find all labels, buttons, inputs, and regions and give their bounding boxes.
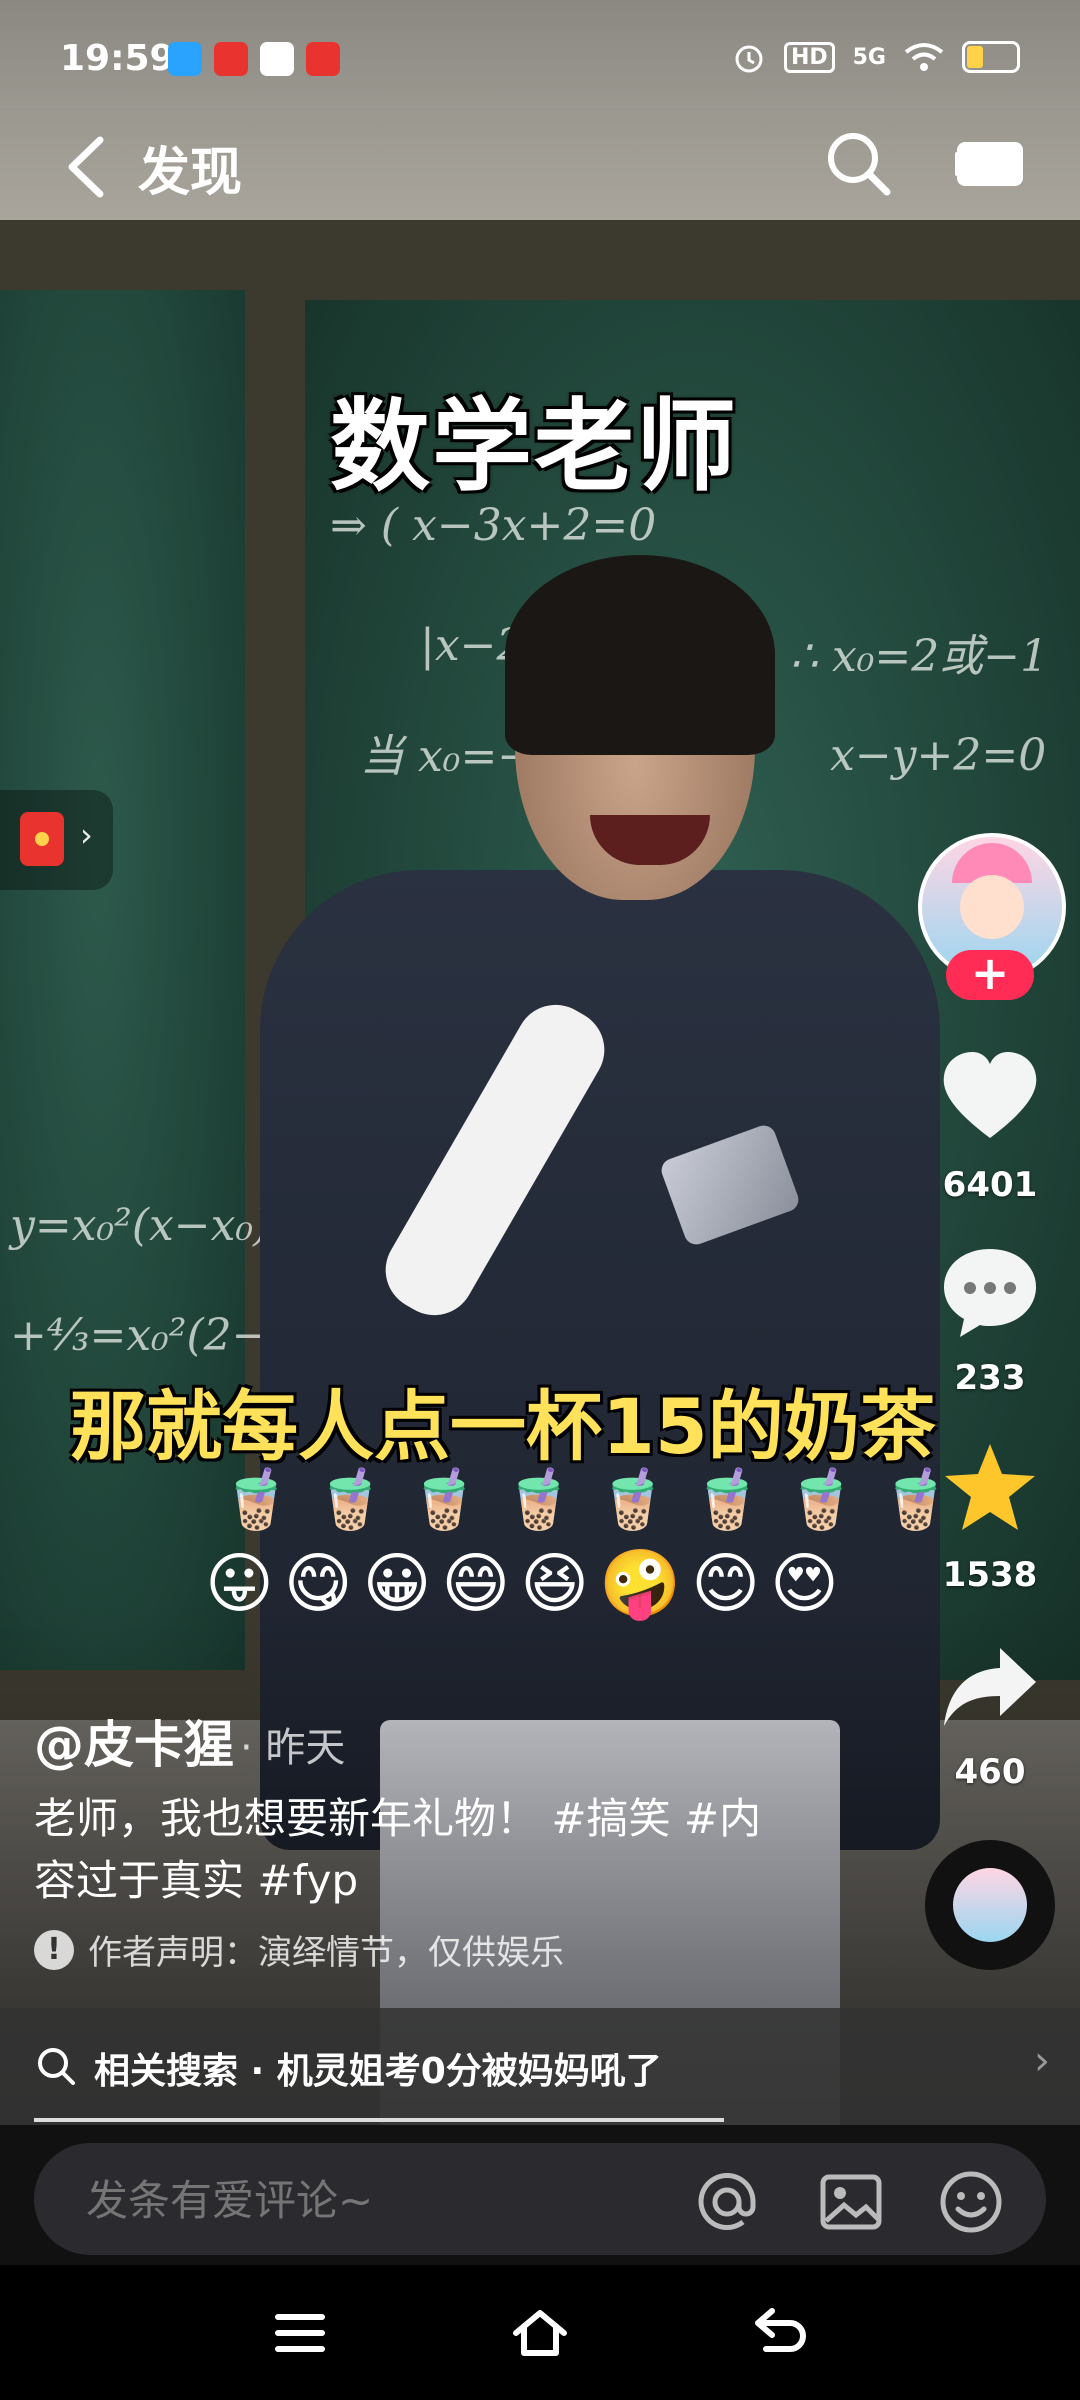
- comment-icon[interactable]: [940, 1245, 1040, 1341]
- at-icon[interactable]: [694, 2169, 760, 2235]
- related-search-bar[interactable]: 相关搜索 · 机灵姐考0分被妈妈吼了 ›: [0, 2008, 1080, 2125]
- post-description[interactable]: 老师，我也想要新年礼物！ #搞笑 #内容过于真实 #fyp: [34, 1788, 774, 1912]
- top-nav: 发现: [0, 110, 1080, 220]
- favorites-count: 1538: [942, 1555, 1038, 1595]
- heart-app-icon: [306, 42, 340, 76]
- home-icon[interactable]: [510, 2305, 570, 2361]
- video-emoji-faces-row: 😛😋😀😄😆🤪😊😍: [205, 1545, 849, 1622]
- chalk-writing: ∴ x₀=2或−1: [790, 631, 1049, 682]
- author-name[interactable]: @皮卡猩: [34, 1705, 234, 1777]
- post-time: · 昨天: [240, 1725, 346, 1771]
- exclamation-icon: !: [34, 1929, 74, 1970]
- network-label: 5G: [852, 44, 886, 70]
- menu-icon[interactable]: [270, 2305, 330, 2361]
- status-bar: 19:59 HD 5G: [0, 0, 1080, 110]
- red-packet-button[interactable]: ›: [0, 790, 113, 890]
- alarm-icon: [735, 45, 763, 73]
- back-icon[interactable]: [750, 2305, 810, 2361]
- search-icon[interactable]: [823, 128, 893, 198]
- status-indicators: HD 5G: [732, 40, 1020, 74]
- system-nav-bar: [0, 2265, 1080, 2400]
- video-caption-title: 数学老师: [330, 388, 738, 505]
- video-progress-bar[interactable]: [34, 2118, 724, 2122]
- chevron-right-icon: ›: [80, 816, 93, 854]
- likes-count: 6401: [942, 1165, 1038, 1205]
- camera-icon[interactable]: [955, 138, 1025, 190]
- chalk-writing: x−y+2=0: [830, 730, 1047, 781]
- image-icon[interactable]: [818, 2169, 884, 2235]
- avatar-face: [960, 875, 1024, 939]
- chevron-right-icon: ›: [1034, 2038, 1050, 2084]
- shares-count: 460: [954, 1752, 1026, 1792]
- disclaimer-text: 作者声明：演绎情节，仅供娱乐: [88, 1933, 564, 1973]
- chalk-writing: y=x₀²(x−x₀): [10, 1200, 271, 1251]
- video-emoji-tea-row: 🧋🧋🧋🧋🧋🧋🧋🧋: [220, 1465, 974, 1533]
- comment-bar[interactable]: [34, 2143, 1046, 2255]
- emoji-icon[interactable]: [938, 2169, 1004, 2235]
- wifi-icon: [904, 43, 944, 71]
- back-chevron-icon[interactable]: [58, 132, 118, 202]
- hd-badge: HD: [783, 41, 835, 73]
- search-icon: [38, 2048, 75, 2085]
- related-search-text: 相关搜索 · 机灵姐考0分被妈妈吼了: [94, 2051, 662, 2092]
- page-title: 发现: [138, 143, 243, 203]
- video-caption-subtitle: 那就每人点一杯15的奶茶: [70, 1382, 936, 1471]
- heart-icon[interactable]: [940, 1050, 1040, 1146]
- red-envelope-icon: [20, 812, 64, 866]
- battery-icon: [962, 41, 1020, 73]
- star-icon[interactable]: [940, 1440, 1040, 1536]
- comments-count: 233: [954, 1358, 1026, 1398]
- music-disc-cover: [953, 1868, 1027, 1942]
- author-disclaimer: ! 作者声明：演绎情节，仅供娱乐: [34, 1925, 564, 1974]
- music-disc[interactable]: [925, 1840, 1055, 1970]
- comment-input[interactable]: [84, 2175, 588, 2226]
- map-pin-app-icon: [260, 42, 294, 76]
- share-icon[interactable]: [940, 1640, 1040, 1736]
- status-app-icons: [168, 42, 340, 76]
- paper-plane-app-icon: [168, 42, 202, 76]
- video-person-hair: [505, 555, 775, 755]
- comment-area: [0, 2125, 1080, 2265]
- listen-app-icon: [214, 42, 248, 76]
- status-time: 19:59: [60, 38, 175, 79]
- follow-button[interactable]: +: [946, 950, 1034, 1000]
